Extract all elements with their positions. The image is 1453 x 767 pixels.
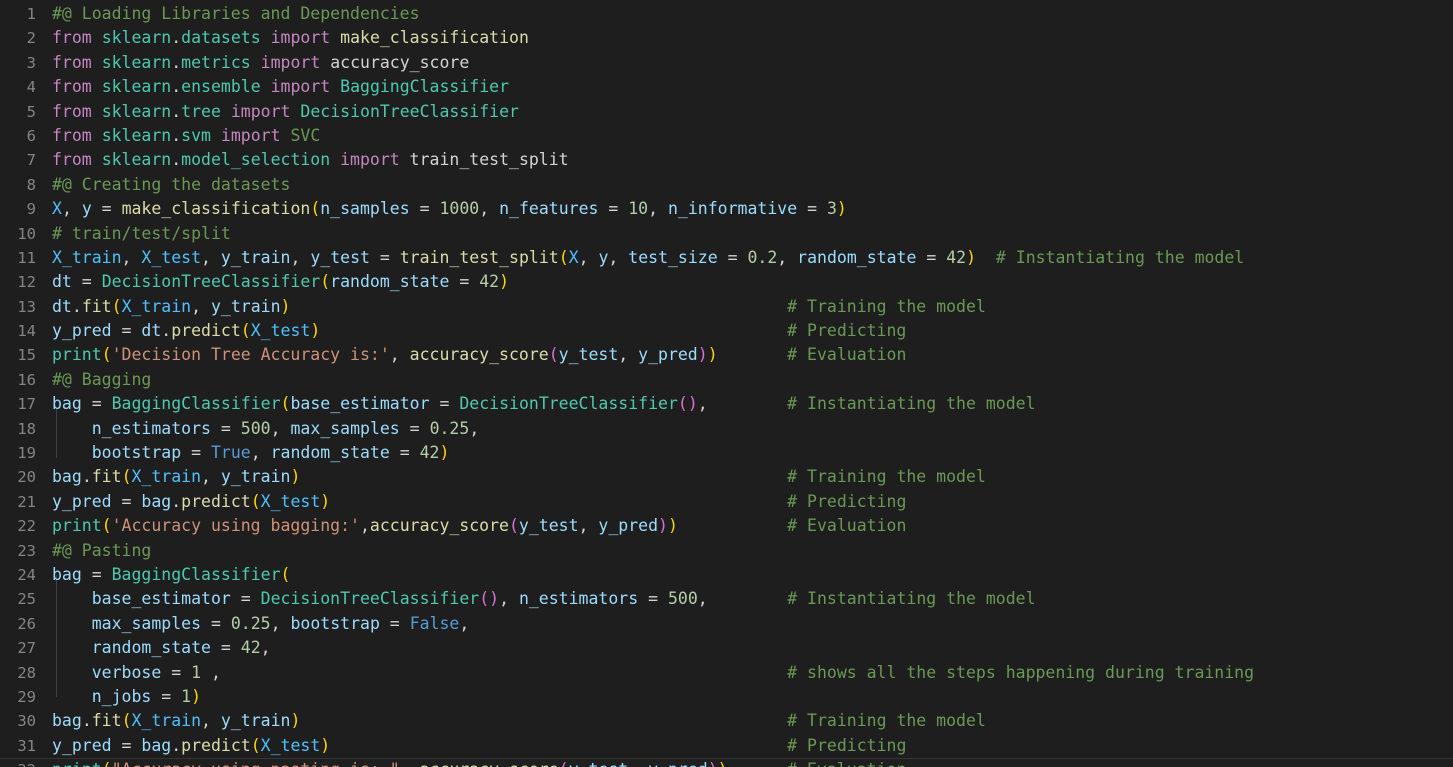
code-line[interactable]: 5 from sklearn.tree import DecisionTreeC… [0, 100, 1453, 124]
code-line[interactable]: 26 max_samples = 0.25, bootstrap = False… [0, 612, 1453, 636]
line-number: 25 [17, 590, 36, 609]
code-line[interactable]: 2 from sklearn.datasets import make_clas… [0, 26, 1453, 50]
code-line[interactable]: 28 verbose = 1 , # shows all the steps h… [0, 661, 1453, 685]
line-content: n_jobs = 1) [91, 686, 202, 706]
code-line[interactable]: 9 X, y = make_classification(n_samples =… [0, 197, 1453, 221]
line-content: # train/test/split [52, 223, 231, 243]
line-content: y_pred = bag.predict(X_test) # Predictin… [52, 735, 907, 755]
line-number: 6 [26, 126, 36, 145]
line-number: 22 [17, 517, 36, 536]
line-content: from sklearn.metrics import accuracy_sco… [52, 52, 470, 72]
code-line[interactable]: 18 n_estimators = 500, max_samples = 0.2… [0, 417, 1453, 441]
code-line[interactable]: 6 from sklearn.svm import SVC [0, 124, 1453, 148]
line-content: from sklearn.model_selection import trai… [52, 150, 569, 170]
line-content: max_samples = 0.25, bootstrap = False, [91, 613, 470, 633]
line-number: 8 [26, 175, 36, 194]
code-line[interactable]: 4 from sklearn.ensemble import BaggingCl… [0, 75, 1453, 99]
line-number: 27 [17, 639, 36, 658]
line-number: 13 [17, 297, 36, 316]
line-number: 19 [17, 444, 36, 463]
code-line[interactable]: 21 y_pred = bag.predict(X_test) # Predic… [0, 490, 1453, 514]
line-number: 21 [17, 492, 36, 511]
line-content: dt.fit(X_train, y_train) # Training the … [52, 296, 986, 316]
line-content: from sklearn.datasets import make_classi… [52, 28, 529, 48]
line-content: from sklearn.ensemble import BaggingClas… [52, 77, 510, 97]
code-line-list: 1 #@ Loading Libraries and Dependencies … [0, 2, 1453, 767]
code-line[interactable]: 3 from sklearn.metrics import accuracy_s… [0, 51, 1453, 75]
line-content: #@ Pasting [52, 540, 152, 560]
line-content: print("Accuracy using pasting is: ", acc… [52, 759, 906, 767]
code-line[interactable]: 12 dt = DecisionTreeClassifier(random_st… [0, 270, 1453, 294]
line-content: random_state = 42, [91, 638, 271, 658]
line-content: bag = BaggingClassifier( [52, 564, 291, 584]
line-number: 7 [26, 151, 36, 170]
line-number: 17 [17, 395, 36, 414]
code-line[interactable]: 25 base_estimator = DecisionTreeClassifi… [0, 587, 1453, 611]
code-line[interactable]: 1 #@ Loading Libraries and Dependencies [0, 2, 1453, 26]
line-number: 11 [17, 248, 36, 267]
code-line[interactable]: 22 print('Accuracy using bagging:',accur… [0, 514, 1453, 538]
line-number: 31 [17, 736, 36, 755]
line-number: 23 [17, 541, 36, 560]
code-line[interactable]: 19 bootstrap = True, random_state = 42) [0, 441, 1453, 465]
line-content: y_pred = bag.predict(X_test) # Predictin… [52, 491, 907, 511]
line-content: X, y = make_classification(n_samples = 1… [52, 199, 847, 219]
line-number: 18 [17, 419, 36, 438]
line-content: #@ Creating the datasets [52, 174, 291, 194]
line-content: verbose = 1 , # shows all the steps happ… [91, 662, 1255, 682]
line-number: 9 [26, 200, 36, 219]
line-number: 2 [26, 29, 36, 48]
line-content: n_estimators = 500, max_samples = 0.25, [91, 418, 480, 438]
line-content: from sklearn.tree import DecisionTreeCla… [52, 101, 519, 121]
line-number: 26 [17, 614, 36, 633]
line-content: bag.fit(X_train, y_train) # Training the… [52, 711, 986, 731]
line-number: 14 [17, 322, 36, 341]
line-content: bag.fit(X_train, y_train) # Training the… [52, 467, 986, 487]
code-line[interactable]: 31 y_pred = bag.predict(X_test) # Predic… [0, 734, 1453, 758]
line-number: 24 [17, 565, 36, 584]
line-content: y_pred = dt.predict(X_test) # Predicting [52, 321, 907, 341]
line-number: 5 [26, 102, 36, 121]
line-number: 10 [17, 224, 36, 243]
code-line[interactable]: 11 X_train, X_test, y_train, y_test = tr… [0, 246, 1453, 270]
code-line[interactable]: 30 bag.fit(X_train, y_train) # Training … [0, 709, 1453, 733]
line-number: 29 [17, 687, 36, 706]
line-number: 16 [17, 370, 36, 389]
line-number: 32 [0, 759, 36, 767]
line-number: 4 [26, 78, 36, 97]
line-number: 12 [17, 273, 36, 292]
code-line[interactable]: 20 bag.fit(X_train, y_train) # Training … [0, 465, 1453, 489]
line-number: 28 [17, 663, 36, 682]
line-content: bag = BaggingClassifier(base_estimator =… [52, 394, 1036, 414]
code-line[interactable]: 13 dt.fit(X_train, y_train) # Training t… [0, 295, 1453, 319]
line-content: X_train, X_test, y_train, y_test = train… [52, 247, 1245, 267]
code-line[interactable]: 29 n_jobs = 1) [0, 685, 1453, 709]
line-number: 30 [17, 712, 36, 731]
code-line[interactable]: 24 bag = BaggingClassifier( [0, 563, 1453, 587]
code-line[interactable]: 17 bag = BaggingClassifier(base_estimato… [0, 392, 1453, 416]
line-content: print('Accuracy using bagging:',accuracy… [52, 516, 907, 536]
code-line[interactable]: 27 random_state = 42, [0, 636, 1453, 660]
line-content: #@ Bagging [52, 369, 152, 389]
line-number: 1 [26, 5, 36, 23]
line-content: bootstrap = True, random_state = 42) [91, 443, 450, 463]
code-line[interactable]: 10 # train/test/split [0, 222, 1453, 246]
line-content: dt = DecisionTreeClassifier(random_state… [52, 272, 510, 292]
code-line[interactable]: 16 #@ Bagging [0, 368, 1453, 392]
code-line-active[interactable]: 32 print("Accuracy using pasting is: ", … [0, 758, 1453, 767]
line-number: 15 [17, 346, 36, 365]
code-line[interactable]: 8 #@ Creating the datasets [0, 173, 1453, 197]
code-line[interactable]: 14 y_pred = dt.predict(X_test) # Predict… [0, 319, 1453, 343]
line-number: 20 [17, 468, 36, 487]
line-content: base_estimator = DecisionTreeClassifier(… [91, 589, 1036, 609]
line-content: from sklearn.svm import SVC [52, 125, 321, 145]
code-editor[interactable]: 1 #@ Loading Libraries and Dependencies … [0, 0, 1453, 767]
code-line[interactable]: 15 print('Decision Tree Accuracy is:', a… [0, 343, 1453, 367]
code-line[interactable]: 23 #@ Pasting [0, 539, 1453, 563]
code-line[interactable]: 7 from sklearn.model_selection import tr… [0, 148, 1453, 172]
line-number: 3 [26, 53, 36, 72]
line-content: #@ Loading Libraries and Dependencies [52, 4, 420, 23]
line-content: print('Decision Tree Accuracy is:', accu… [52, 345, 907, 365]
